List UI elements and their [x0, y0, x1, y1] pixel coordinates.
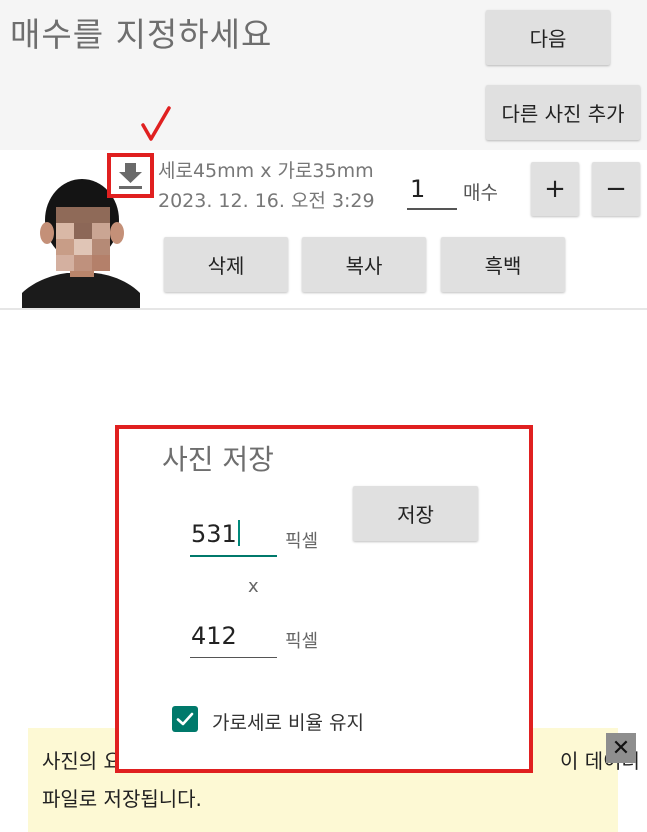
toast-line2: 파일로 저장됩니다. — [42, 787, 202, 811]
height-underline — [190, 657, 277, 658]
add-photo-button[interactable]: 다른 사진 추가 — [486, 85, 640, 140]
width-value: 531 — [191, 520, 237, 548]
next-button[interactable]: 다음 — [486, 10, 610, 65]
keep-ratio-label[interactable]: 가로세로 비율 유지 — [212, 708, 364, 735]
toast-line1-left: 사진의 요 — [42, 749, 122, 773]
delete-button[interactable]: 삭제 — [164, 237, 288, 292]
download-button[interactable] — [107, 153, 154, 198]
count-input[interactable]: 1 — [410, 175, 456, 203]
count-unit-label: 매수 — [463, 182, 498, 204]
height-input[interactable]: 412 — [191, 622, 237, 650]
count-underline — [407, 208, 457, 210]
height-unit-label: 픽셀 — [285, 631, 319, 652]
page-title: 매수를 지정하세요 — [10, 15, 273, 54]
annotation-check-icon — [141, 106, 171, 141]
increment-button[interactable]: + — [531, 162, 579, 216]
save-button[interactable]: 저장 — [353, 486, 478, 541]
times-label: x — [248, 576, 259, 597]
checkbox-check-icon — [176, 712, 194, 726]
copy-button[interactable]: 복사 — [302, 237, 426, 292]
width-unit-label: 픽셀 — [285, 531, 319, 552]
black-white-button[interactable]: 흑백 — [441, 237, 565, 292]
download-icon — [119, 163, 142, 189]
photo-date-text: 2023. 12. 16. 오전 3:29 — [158, 190, 375, 212]
width-input[interactable]: 531 — [191, 520, 240, 548]
photo-size-text: 세로45mm x 가로35mm — [158, 160, 374, 182]
width-underline — [190, 555, 277, 557]
close-icon[interactable]: ✕ — [606, 733, 636, 763]
text-cursor — [237, 520, 240, 546]
dialog-title: 사진 저장 — [162, 443, 274, 476]
decrement-button[interactable]: − — [592, 162, 640, 216]
keep-ratio-checkbox[interactable] — [172, 706, 198, 732]
